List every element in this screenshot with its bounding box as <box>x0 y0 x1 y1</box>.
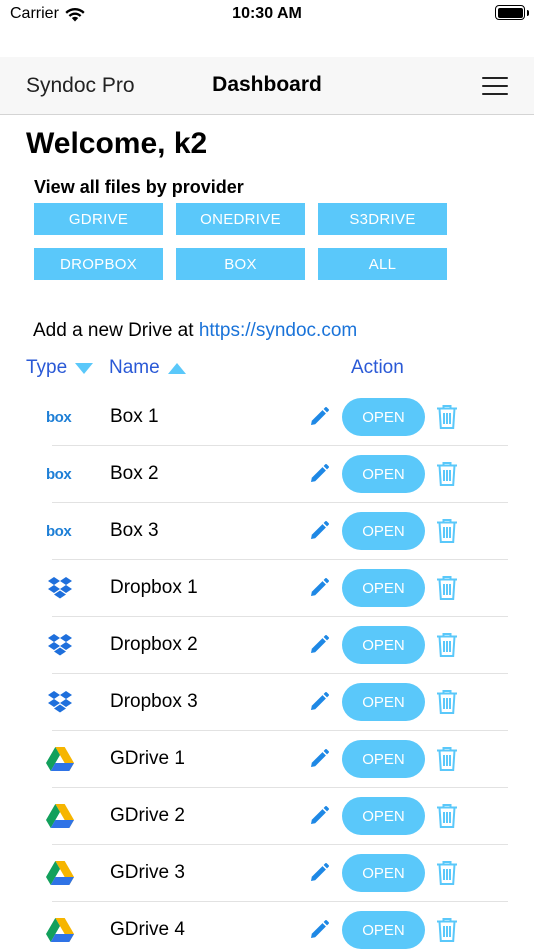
trash-icon[interactable] <box>436 632 458 658</box>
file-row: Dropbox 2 OPEN <box>0 617 534 674</box>
battery-tip <box>526 10 529 16</box>
nav-bar: Syndoc Pro Dashboard <box>0 57 534 115</box>
status-bar: Carrier 10:30 AM <box>0 0 534 30</box>
gdrive-logo-icon <box>44 859 76 887</box>
box-logo-icon: box <box>44 517 76 545</box>
file-row: box Box 3 OPEN <box>0 503 534 560</box>
file-name: GDrive 4 <box>110 919 185 940</box>
file-name: GDrive 1 <box>110 748 185 769</box>
trash-icon[interactable] <box>436 461 458 487</box>
edit-icon[interactable] <box>308 862 330 884</box>
file-row: Dropbox 3 OPEN <box>0 674 534 731</box>
open-button[interactable]: OPEN <box>342 626 425 664</box>
dropbox-filter-button[interactable]: DROPBOX <box>34 248 163 280</box>
file-name: GDrive 3 <box>110 862 185 883</box>
action-header-label: Action <box>351 357 404 378</box>
edit-icon[interactable] <box>308 919 330 941</box>
sort-descending-icon <box>75 362 94 374</box>
page-title: Dashboard <box>212 73 322 96</box>
file-row: box Box 1 OPEN <box>0 389 534 446</box>
edit-icon[interactable] <box>308 748 330 770</box>
provider-heading: View all files by provider <box>34 177 244 197</box>
welcome-heading: Welcome, k2 <box>26 127 208 160</box>
edit-icon[interactable] <box>308 463 330 485</box>
add-drive-text: Add a new Drive at https://syndoc.com <box>33 320 357 342</box>
menu-icon[interactable] <box>482 77 508 95</box>
table-header: Type Name Action <box>0 357 534 383</box>
edit-icon[interactable] <box>308 520 330 542</box>
dropbox-logo-icon <box>44 574 76 602</box>
file-name: Box 3 <box>110 520 159 541</box>
type-header-label: Type <box>26 357 68 378</box>
sort-ascending-icon <box>167 362 186 374</box>
open-button[interactable]: OPEN <box>342 740 425 778</box>
open-button[interactable]: OPEN <box>342 398 425 436</box>
sort-by-name[interactable]: Name <box>109 357 186 379</box>
open-button[interactable]: OPEN <box>342 683 425 721</box>
edit-icon[interactable] <box>308 577 330 599</box>
trash-icon[interactable] <box>436 746 458 772</box>
edit-icon[interactable] <box>308 691 330 713</box>
open-button[interactable]: OPEN <box>342 797 425 835</box>
gdrive-filter-button[interactable]: GDRIVE <box>34 203 163 235</box>
add-drive-label: Add a new Drive at <box>33 320 194 341</box>
open-button[interactable]: OPEN <box>342 911 425 949</box>
edit-icon[interactable] <box>308 805 330 827</box>
file-row: GDrive 1 OPEN <box>0 731 534 788</box>
s3drive-filter-button[interactable]: S3DRIVE <box>318 203 447 235</box>
edit-icon[interactable] <box>308 634 330 656</box>
battery-icon <box>495 5 525 20</box>
trash-icon[interactable] <box>436 518 458 544</box>
dropbox-logo-icon <box>44 631 76 659</box>
file-row: box Box 2 OPEN <box>0 446 534 503</box>
trash-icon[interactable] <box>436 689 458 715</box>
file-list: box Box 1 OPEN box Box 2 OPEN box Box 3 OPEN Drop… <box>0 389 534 950</box>
box-logo-icon: box <box>44 403 76 431</box>
all-filter-button[interactable]: ALL <box>318 248 447 280</box>
open-button[interactable]: OPEN <box>342 854 425 892</box>
box-logo-icon: box <box>44 460 76 488</box>
trash-icon[interactable] <box>436 860 458 886</box>
file-name: Dropbox 2 <box>110 634 198 655</box>
name-header-label: Name <box>109 357 160 378</box>
trash-icon[interactable] <box>436 917 458 943</box>
file-name: Dropbox 1 <box>110 577 198 598</box>
file-name: Dropbox 3 <box>110 691 198 712</box>
file-name: Box 1 <box>110 406 159 427</box>
file-row: GDrive 3 OPEN <box>0 845 534 902</box>
file-name: GDrive 2 <box>110 805 185 826</box>
file-name: Box 2 <box>110 463 159 484</box>
edit-icon[interactable] <box>308 406 330 428</box>
file-row: GDrive 4 OPEN <box>0 902 534 950</box>
gdrive-logo-icon <box>44 745 76 773</box>
open-button[interactable]: OPEN <box>342 455 425 493</box>
box-filter-button[interactable]: BOX <box>176 248 305 280</box>
svg-text:box: box <box>46 410 72 424</box>
trash-icon[interactable] <box>436 575 458 601</box>
file-row: GDrive 2 OPEN <box>0 788 534 845</box>
gdrive-logo-icon <box>44 802 76 830</box>
dropbox-logo-icon <box>44 688 76 716</box>
gdrive-logo-icon <box>44 916 76 944</box>
sort-by-type[interactable]: Type <box>26 357 94 379</box>
svg-text:box: box <box>46 467 72 481</box>
syndoc-link[interactable]: https://syndoc.com <box>199 320 357 341</box>
svg-text:box: box <box>46 524 72 538</box>
clock: 10:30 AM <box>232 5 302 22</box>
file-row: Dropbox 1 OPEN <box>0 560 534 617</box>
trash-icon[interactable] <box>436 404 458 430</box>
open-button[interactable]: OPEN <box>342 569 425 607</box>
onedrive-filter-button[interactable]: ONEDRIVE <box>176 203 305 235</box>
open-button[interactable]: OPEN <box>342 512 425 550</box>
provider-filter-grid: GDRIVE ONEDRIVE S3DRIVE DROPBOX BOX ALL <box>34 203 454 280</box>
trash-icon[interactable] <box>436 803 458 829</box>
